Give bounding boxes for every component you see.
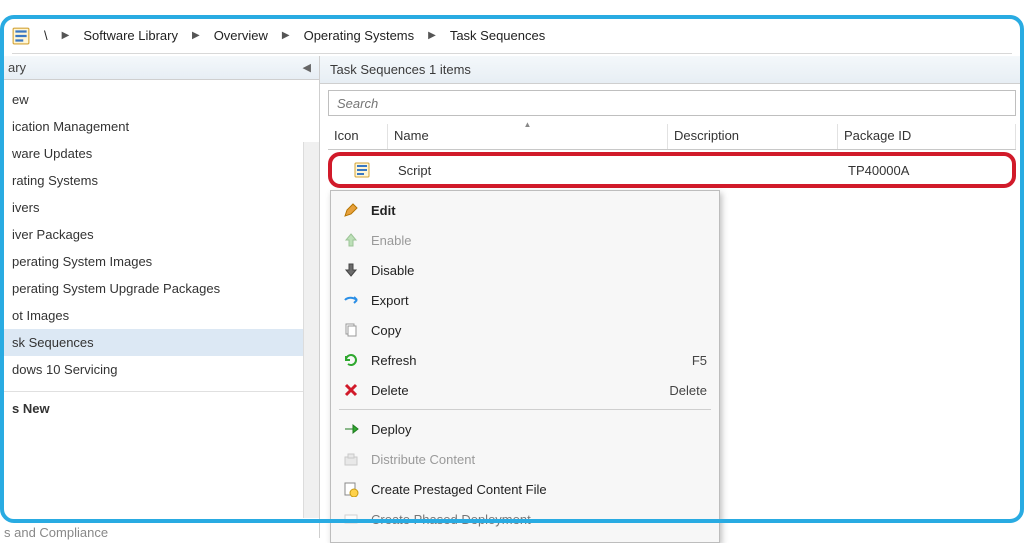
row-pkg-cell: TP40000A bbox=[842, 159, 1012, 182]
sort-indicator-icon: ▲ bbox=[524, 120, 532, 129]
scrollbar[interactable] bbox=[303, 142, 319, 518]
menu-label: Enable bbox=[371, 233, 707, 248]
menu-copy[interactable]: Copy bbox=[333, 315, 717, 345]
sidebar-item-label: iver Packages bbox=[12, 227, 94, 242]
pencil-icon bbox=[339, 200, 363, 220]
breadcrumb-operating-systems[interactable]: Operating Systems bbox=[300, 26, 419, 45]
task-sequence-icon bbox=[354, 162, 370, 178]
sidebar-header-label: ary bbox=[8, 60, 26, 75]
sidebar-item[interactable]: ication Management bbox=[4, 113, 319, 140]
content-header-label: Task Sequences 1 items bbox=[330, 62, 471, 77]
sidebar-item[interactable]: rating Systems bbox=[4, 167, 319, 194]
row-desc-cell bbox=[672, 166, 842, 174]
sidebar-item[interactable]: ivers bbox=[4, 194, 319, 221]
menu-accelerator: Delete bbox=[659, 383, 707, 398]
row-name-cell: Script bbox=[392, 159, 672, 182]
menu-label: Export bbox=[371, 293, 707, 308]
grid-header: Icon ▲ Name Description Package ID bbox=[328, 124, 1016, 150]
sidebar-header: ary ◀ bbox=[0, 56, 319, 80]
collapse-icon[interactable]: ◀ bbox=[303, 61, 311, 74]
export-icon bbox=[339, 290, 363, 310]
table-row[interactable]: Script TP40000A bbox=[328, 152, 1016, 188]
menu-accelerator: F5 bbox=[682, 353, 707, 368]
column-name[interactable]: ▲ Name bbox=[388, 124, 668, 149]
column-description[interactable]: Description bbox=[668, 124, 838, 149]
content-header: Task Sequences 1 items bbox=[320, 56, 1024, 84]
sidebar-item[interactable]: perating System Images bbox=[4, 248, 319, 275]
menu-label: Refresh bbox=[371, 353, 682, 368]
sidebar-item[interactable]: ew bbox=[4, 86, 319, 113]
sidebar-item-label: ot Images bbox=[12, 308, 69, 323]
arrow-up-icon bbox=[339, 230, 363, 250]
sidebar-item[interactable]: ware Updates bbox=[4, 140, 319, 167]
menu-label: Edit bbox=[371, 203, 707, 218]
sidebar-item-label: perating System Upgrade Packages bbox=[12, 281, 220, 296]
breadcrumb-root[interactable]: \ bbox=[40, 26, 52, 45]
sidebar-item[interactable]: iver Packages bbox=[4, 221, 319, 248]
menu-label: Distribute Content bbox=[371, 452, 707, 467]
menu-export[interactable]: Export bbox=[333, 285, 717, 315]
sidebar-item-label: rating Systems bbox=[12, 173, 98, 188]
menu-delete[interactable]: Delete Delete bbox=[333, 375, 717, 405]
menu-label: Deploy bbox=[371, 422, 707, 437]
menu-label: Copy bbox=[371, 323, 707, 338]
sidebar-tree: ew ication Management ware Updates ratin… bbox=[0, 80, 319, 427]
menu-deploy[interactable]: Deploy bbox=[333, 414, 717, 444]
sidebar-item-label: ivers bbox=[12, 200, 39, 215]
sidebar-item-label: sk Sequences bbox=[12, 335, 94, 350]
phased-icon bbox=[339, 509, 363, 529]
prestaged-icon bbox=[339, 479, 363, 499]
breadcrumb-overview[interactable]: Overview bbox=[210, 26, 272, 45]
menu-label: Disable bbox=[371, 263, 707, 278]
sidebar-item[interactable]: dows 10 Servicing bbox=[4, 356, 319, 383]
menu-distribute-content: Distribute Content bbox=[333, 444, 717, 474]
sidebar-item-label: perating System Images bbox=[12, 254, 152, 269]
sidebar-item-label: ication Management bbox=[12, 119, 129, 134]
sidebar-item-label: dows 10 Servicing bbox=[12, 362, 118, 377]
chevron-right-icon: ▶ bbox=[62, 30, 70, 41]
search-input[interactable] bbox=[328, 90, 1016, 116]
column-package-id[interactable]: Package ID bbox=[838, 124, 1016, 149]
menu-refresh[interactable]: Refresh F5 bbox=[333, 345, 717, 375]
deploy-icon bbox=[339, 419, 363, 439]
delete-icon bbox=[339, 380, 363, 400]
chevron-right-icon: ▶ bbox=[192, 30, 200, 41]
menu-label: Create Phased Deployment bbox=[371, 512, 707, 527]
chevron-right-icon: ▶ bbox=[282, 30, 290, 41]
menu-separator bbox=[339, 409, 711, 410]
sidebar-group-whats-new[interactable]: s New bbox=[4, 391, 319, 421]
menu-create-prestaged[interactable]: Create Prestaged Content File bbox=[333, 474, 717, 504]
column-name-label: Name bbox=[394, 128, 429, 143]
context-menu: Edit Enable Disable Export Copy Refresh … bbox=[330, 190, 720, 543]
breadcrumb-task-sequences[interactable]: Task Sequences bbox=[446, 26, 549, 45]
breadcrumb-software-library[interactable]: Software Library bbox=[79, 26, 182, 45]
menu-label: Delete bbox=[371, 383, 659, 398]
sidebar-item-label: ware Updates bbox=[12, 146, 92, 161]
menu-label: Create Prestaged Content File bbox=[371, 482, 707, 497]
menu-edit[interactable]: Edit bbox=[333, 195, 717, 225]
chevron-right-icon: ▶ bbox=[428, 30, 436, 41]
menu-disable[interactable]: Disable bbox=[333, 255, 717, 285]
menu-create-phased-deployment[interactable]: Create Phased Deployment bbox=[333, 504, 717, 534]
sidebar: ary ◀ ew ication Management ware Updates… bbox=[0, 56, 320, 538]
sidebar-item-task-sequences[interactable]: sk Sequences bbox=[4, 329, 319, 356]
breadcrumb: \ ▶ Software Library ▶ Overview ▶ Operat… bbox=[12, 22, 1012, 54]
column-icon[interactable]: Icon bbox=[328, 124, 388, 149]
sidebar-item[interactable]: ot Images bbox=[4, 302, 319, 329]
distribute-icon bbox=[339, 449, 363, 469]
copy-icon bbox=[339, 320, 363, 340]
sidebar-item-label: ew bbox=[12, 92, 29, 107]
menu-enable: Enable bbox=[333, 225, 717, 255]
row-icon-cell bbox=[332, 158, 392, 182]
sidebar-item[interactable]: perating System Upgrade Packages bbox=[4, 275, 319, 302]
task-sequence-icon bbox=[12, 27, 30, 45]
arrow-down-icon bbox=[339, 260, 363, 280]
refresh-icon bbox=[339, 350, 363, 370]
